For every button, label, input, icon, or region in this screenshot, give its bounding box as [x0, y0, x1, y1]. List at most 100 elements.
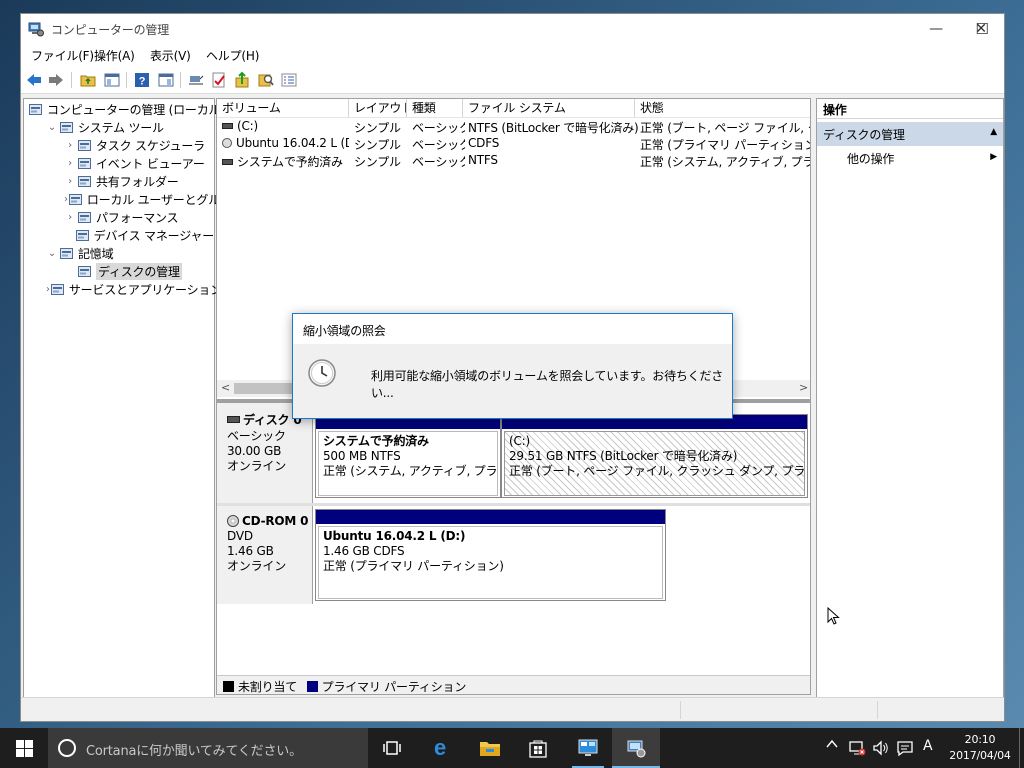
collapsed-chevron-icon[interactable]: › — [64, 158, 76, 169]
submenu-arrow-icon: ▶ — [990, 152, 997, 162]
partition-status: 正常 (プライマリ パーティション) — [323, 559, 504, 573]
list-icon[interactable] — [280, 71, 298, 89]
toolbar: ? — [21, 66, 1004, 94]
volume-name: (C:) — [237, 119, 258, 133]
clock[interactable]: 20:10 2017/04/04 — [944, 732, 1016, 764]
volume-name: Ubuntu 16.04.2 L (D:) — [236, 136, 349, 150]
file-explorer-icon[interactable] — [466, 728, 514, 768]
volume-row[interactable]: Ubuntu 16.04.2 L (D:) シンプルベーシックCDFS 正常 (プラ… — [217, 136, 810, 153]
volume-cell: 正常 (プライマリ パーティション) — [640, 138, 810, 152]
computer-management-taskbar-icon[interactable] — [612, 728, 660, 768]
tree-item-label: サービスとアプリケーション — [68, 282, 222, 297]
tree-item[interactable]: › ローカル ユーザーとグループ — [24, 190, 243, 208]
column-header-volume[interactable]: ボリューム — [217, 99, 349, 117]
legend-bar: 未割り当て プライマリ パーティション — [217, 675, 810, 694]
connect-icon[interactable] — [187, 71, 205, 89]
checkmark-icon[interactable] — [210, 71, 228, 89]
collapsed-chevron-icon[interactable]: › — [64, 212, 76, 223]
chevron-up-icon[interactable] — [826, 738, 838, 754]
help-icon[interactable]: ? — [133, 71, 151, 89]
expanded-chevron-icon[interactable]: ⌄ — [46, 122, 58, 133]
scroll-right-arrow[interactable]: > — [799, 381, 808, 394]
volume-row[interactable]: システムで予約済み シンプル ベーシック NTFS 正常 (システム, アクティブ, プ… — [217, 153, 810, 170]
up-folder-icon[interactable] — [79, 71, 97, 89]
toolbar-separator — [126, 72, 127, 88]
tree-item[interactable]: デバイス マネージャー — [24, 226, 214, 244]
clock-date: 2017/04/04 — [949, 749, 1011, 762]
partition-title: Ubuntu 16.04.2 L (D:) — [323, 529, 466, 543]
volume-row[interactable]: (C:) シンプル ベーシック NTFS (BitLocker で暗号化済み) 正常 (… — [217, 119, 810, 136]
remote-desktop-icon[interactable] — [564, 728, 612, 768]
volume-cell: シンプル — [354, 155, 401, 169]
tree-item[interactable]: ⌄ システム ツール — [24, 118, 214, 136]
search-icon[interactable] — [257, 71, 275, 89]
cortana-search-box[interactable]: Cortanaに何か聞いてみてください。 — [48, 728, 368, 768]
close-button[interactable]: ✕ — [958, 14, 1004, 44]
disk-0-size: 30.00 GB — [227, 444, 282, 458]
show-hide-tree-icon[interactable] — [103, 71, 121, 89]
volume-cell: 正常 (システム, アクティブ, プライマリ , — [640, 155, 810, 169]
actions-section-disk-management[interactable]: ディスクの管理 ▲ — [817, 122, 1003, 146]
tree-item[interactable]: ⌄ 記憶域 — [24, 244, 214, 262]
status-divider — [680, 701, 681, 719]
tree-item[interactable]: › 共有フォルダー — [24, 172, 214, 190]
actions-pane: 操作 ディスクの管理 ▲ 他の操作 ▶ — [816, 98, 1004, 708]
scroll-left-arrow[interactable]: < — [221, 381, 230, 394]
collapsed-chevron-icon[interactable]: › — [64, 176, 76, 187]
header-divider — [217, 117, 810, 118]
column-header-filesystem[interactable]: ファイル システム — [463, 99, 635, 117]
column-header-status[interactable]: 状態 — [635, 99, 810, 117]
back-arrow-icon[interactable] — [25, 71, 43, 89]
title-bar[interactable]: コンピューターの管理 — ☐ — [21, 14, 1004, 44]
menu-file[interactable]: ファイル(F) — [31, 47, 94, 64]
tree-item[interactable]: ディスクの管理 — [24, 262, 214, 280]
store-icon[interactable] — [514, 728, 562, 768]
collapse-icon[interactable]: ▲ — [990, 127, 997, 137]
ime-indicator[interactable]: A — [923, 738, 933, 754]
partition-status: 正常 (ブート, ページ ファイル, クラッシュ ダンプ, プライマリ パーティ — [509, 464, 805, 478]
tree-item[interactable]: コンピューターの管理 (ローカル) — [24, 100, 225, 118]
export-icon[interactable] — [233, 71, 251, 89]
cdrom-0-label[interactable]: CD-ROM 0 DVD 1.46 GB オンライン — [217, 506, 313, 604]
menu-action[interactable]: 操作(A) — [94, 47, 135, 64]
network-icon[interactable] — [848, 739, 866, 760]
tree-item[interactable]: › イベント ビューアー — [24, 154, 214, 172]
volume-icon[interactable] — [872, 739, 890, 760]
drive-icon — [222, 123, 233, 129]
volume-cell: シンプル — [354, 138, 401, 152]
tree-item-label: 記憶域 — [78, 246, 114, 261]
tree-item[interactable]: › サービスとアプリケーション — [24, 280, 222, 298]
actions-more-actions[interactable]: 他の操作 ▶ — [817, 148, 1003, 168]
partition-c-drive[interactable]: (C:) 29.51 GB NTFS (BitLocker で暗号化済み) 正常… — [501, 414, 808, 498]
tree-item-label: 共有フォルダー — [96, 174, 179, 189]
partition-system-reserved[interactable]: システムで予約済み 500 MB NTFS 正常 (システム, アクティブ, プ… — [315, 414, 501, 498]
volume-cell: CDFS — [468, 136, 500, 150]
column-header-type[interactable]: 種類 — [407, 99, 463, 117]
edge-browser-icon[interactable]: e — [416, 728, 464, 768]
tree-item[interactable]: › パフォーマンス — [24, 208, 214, 226]
legend-label: 未割り当て — [238, 680, 298, 694]
expanded-chevron-icon[interactable]: ⌄ — [46, 248, 58, 259]
legend-label: プライマリ パーティション — [321, 680, 467, 694]
volume-cell: シンプル — [354, 121, 401, 135]
legend-primary: プライマリ パーティション — [306, 680, 467, 694]
properties-icon[interactable] — [157, 71, 175, 89]
taskbar: Cortanaに何か聞いてみてください。 e A 20:10 2017/04/0… — [0, 728, 1024, 768]
task-view-icon[interactable] — [368, 728, 416, 768]
menu-view[interactable]: 表示(V) — [150, 47, 191, 64]
menu-help[interactable]: ヘルプ(H) — [206, 47, 259, 64]
minimize-button[interactable]: — — [913, 14, 959, 44]
action-center-icon[interactable] — [896, 739, 914, 760]
volume-cell: ベーシック — [412, 138, 465, 152]
svg-text:?: ? — [139, 76, 146, 88]
forward-arrow-icon[interactable] — [47, 71, 65, 89]
menu-bar: ファイル(F) 操作(A) 表示(V) ヘルプ(H) — [21, 44, 1004, 66]
partition-status: 正常 (システム, アクティブ, プライマリ , — [323, 464, 498, 478]
show-desktop-button[interactable] — [1019, 728, 1020, 768]
tree-item[interactable]: › タスク スケジューラ — [24, 136, 214, 154]
start-button[interactable] — [0, 728, 48, 768]
collapsed-chevron-icon[interactable]: › — [64, 140, 76, 151]
tree-item-label: システム ツール — [78, 120, 164, 135]
column-header-layout[interactable]: レイアウト — [349, 99, 407, 117]
partition-ubuntu-d-drive[interactable]: Ubuntu 16.04.2 L (D:) 1.46 GB CDFS 正常 (プ… — [315, 509, 666, 601]
